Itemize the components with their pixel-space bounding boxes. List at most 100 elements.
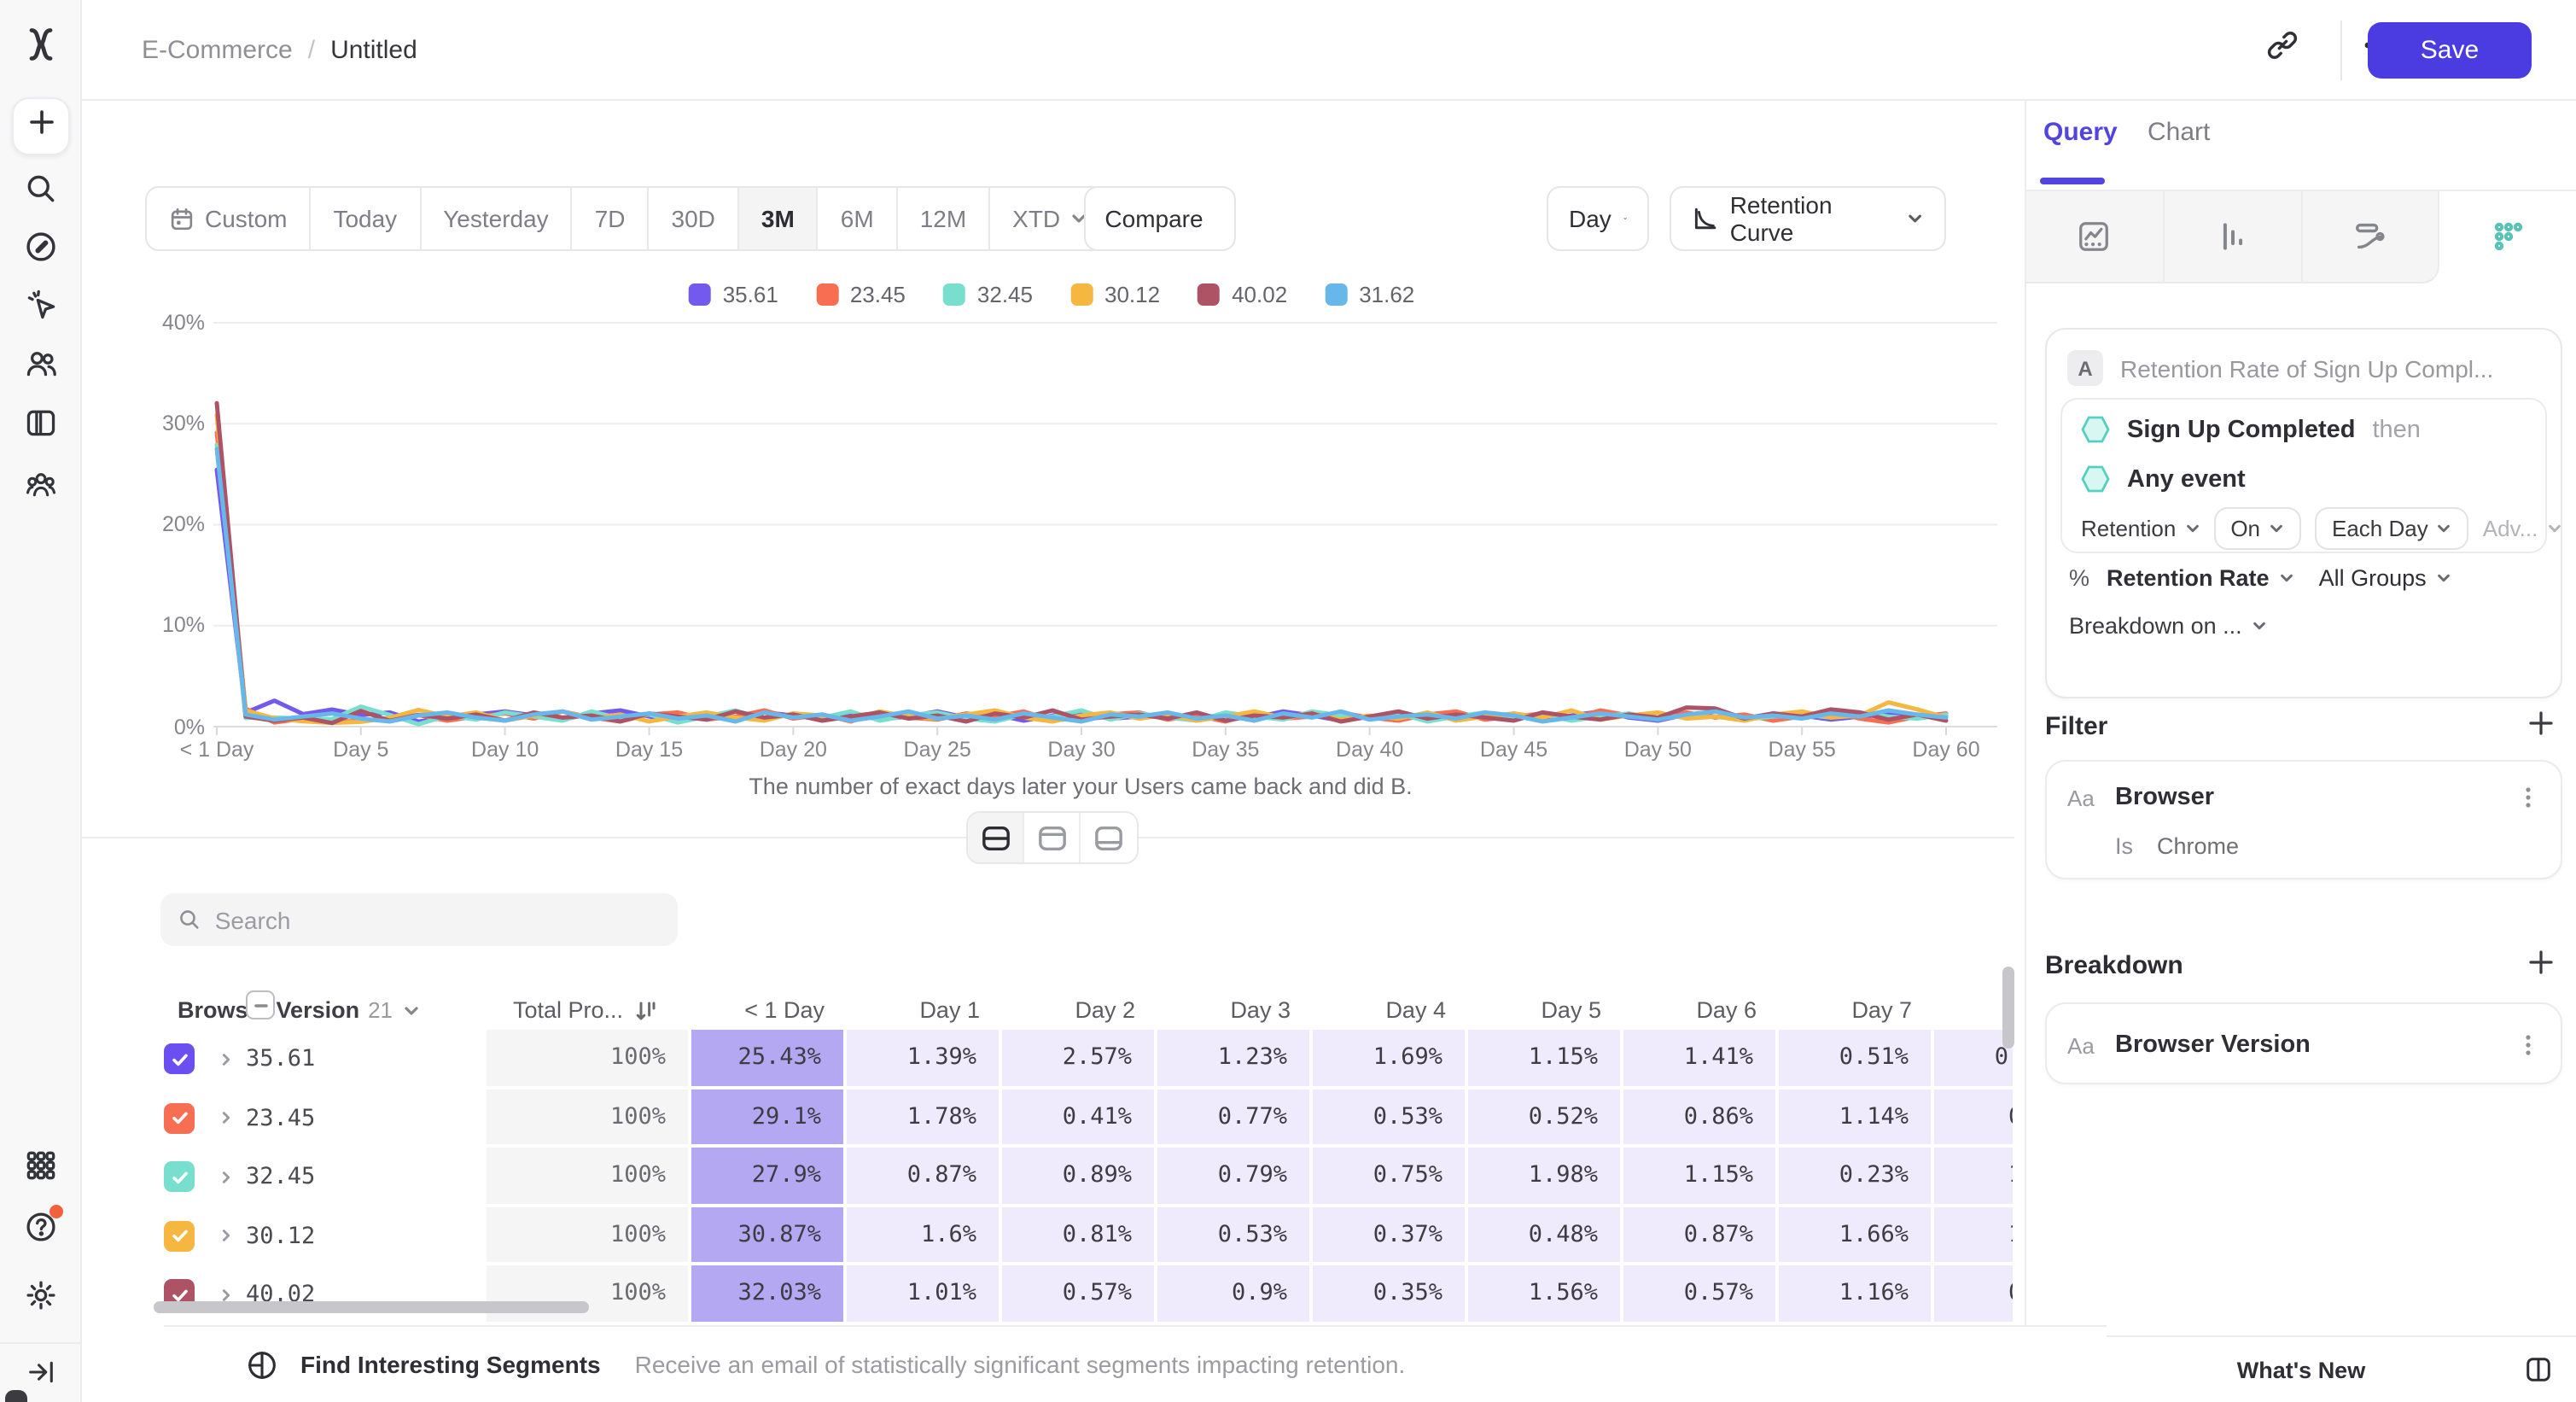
range-yesterday[interactable]: Yesterday [421, 188, 573, 249]
cohorts-icon[interactable] [23, 467, 57, 510]
legend-item[interactable]: 35.61 [689, 282, 778, 307]
tab-chart[interactable]: Chart [2148, 118, 2210, 147]
day-column-header[interactable]: Day 2 [1002, 997, 1157, 1023]
event-a-row[interactable]: Sign Up Completed then [2081, 415, 2421, 444]
retention-cell[interactable]: 1.01% [847, 1265, 1002, 1324]
retention-cell[interactable]: 0.81% [1002, 1206, 1157, 1265]
retention-cell[interactable]: 1.23% [1157, 1030, 1313, 1089]
range-today[interactable]: Today [311, 188, 421, 249]
breadcrumb-project[interactable]: E-Commerce [142, 36, 293, 65]
legend-item[interactable]: 30.12 [1070, 282, 1160, 307]
retention-cell[interactable]: 0.9% [1157, 1265, 1313, 1324]
retention-cell[interactable]: 0.51% [1779, 1030, 1934, 1089]
day-column-header[interactable]: Day 1 [847, 997, 1002, 1023]
select-all-checkbox[interactable] [246, 990, 275, 1019]
filter-value[interactable]: Chrome [2157, 833, 2239, 859]
filter-menu-icon[interactable] [2516, 786, 2540, 809]
retention-cell[interactable]: 2.57% [1002, 1030, 1157, 1089]
filter-property[interactable]: Browser [2115, 784, 2214, 811]
each-day-dropdown[interactable]: Each Day [2315, 507, 2469, 550]
help-icon[interactable] [23, 1210, 57, 1253]
retention-cell[interactable]: 1.2% [1934, 1206, 2013, 1265]
measure-dropdown[interactable]: Retention Rate [2107, 565, 2270, 591]
retention-cell[interactable]: 0.97% [1934, 1030, 2013, 1089]
breadcrumb-report-title[interactable]: Untitled [330, 36, 417, 65]
apps-grid-icon[interactable] [24, 1149, 56, 1190]
day-column-header[interactable]: Day 5 [1468, 997, 1623, 1023]
legend-item[interactable]: 23.45 [816, 282, 906, 307]
settings-gear-icon[interactable] [23, 1278, 57, 1321]
retention-cell[interactable]: 30.87% [691, 1206, 847, 1265]
mixpanel-logo-icon[interactable] [22, 26, 60, 72]
retention-cell[interactable]: 0.77% [1157, 1089, 1313, 1148]
on-dropdown[interactable]: On [2213, 507, 2301, 550]
retention-cell[interactable]: 0.37% [1313, 1206, 1468, 1265]
day-column-header[interactable]: Day 4 [1313, 997, 1468, 1023]
report-type-insights[interactable] [2026, 191, 2165, 283]
retention-cell[interactable]: 1.41% [1623, 1030, 1779, 1089]
range-12m[interactable]: 12M [898, 188, 990, 249]
report-type-funnels[interactable] [2165, 191, 2303, 283]
expand-row-icon[interactable] [219, 1288, 234, 1303]
boards-icon[interactable] [23, 406, 57, 448]
expand-row-icon[interactable] [219, 1229, 234, 1244]
row-checkbox[interactable] [164, 1162, 195, 1193]
retention-cell[interactable]: 29.1% [691, 1089, 847, 1148]
events-cursor-icon[interactable] [23, 288, 57, 330]
layout-chart-only-button[interactable] [1024, 813, 1081, 862]
retention-cell[interactable]: 0.35% [1313, 1265, 1468, 1324]
retention-cell[interactable]: 0.53% [1157, 1206, 1313, 1265]
retention-cell[interactable]: 0.87% [847, 1148, 1002, 1206]
retention-cell[interactable]: 0.89% [1002, 1148, 1157, 1206]
retention-cell[interactable]: 1.78% [847, 1089, 1002, 1148]
whats-new-link[interactable]: What's New [2237, 1357, 2365, 1382]
advanced-dropdown[interactable]: Adv... [2483, 516, 2562, 541]
report-type-retention[interactable] [2440, 191, 2576, 283]
legend-item[interactable]: 31.62 [1325, 282, 1414, 307]
query-title-input[interactable]: Retention Rate of Sign Up Compl... [2120, 354, 2493, 382]
retention-cell[interactable]: 1.39% [847, 1030, 1002, 1089]
search-input[interactable] [215, 906, 661, 933]
retention-cell[interactable]: 1.1% [1934, 1148, 2013, 1206]
retention-cell[interactable]: 1.16% [1779, 1265, 1934, 1324]
range-30d[interactable]: 30D [650, 188, 739, 249]
range-7d[interactable]: 7D [573, 188, 650, 249]
retention-cell[interactable]: 25.43% [691, 1030, 847, 1089]
retention-cell[interactable]: 32.03% [691, 1265, 847, 1324]
retention-cell[interactable]: 0.23% [1779, 1148, 1934, 1206]
day-column-header[interactable]: Day 6 [1623, 997, 1779, 1023]
groups-dropdown[interactable]: All Groups [2319, 565, 2427, 591]
retention-cell[interactable]: 0.41% [1002, 1089, 1157, 1148]
retention-cell[interactable]: 0.48% [1468, 1206, 1623, 1265]
layout-table-only-button[interactable] [1081, 813, 1137, 862]
retention-type-dropdown[interactable]: Retention [2081, 516, 2200, 541]
breakdown-menu-icon[interactable] [2516, 1033, 2540, 1057]
retention-cell[interactable]: 0.8% [1934, 1265, 2013, 1324]
retention-cell[interactable]: 27.9% [691, 1148, 847, 1206]
save-button[interactable]: Save [2368, 22, 2532, 79]
day-column-header[interactable]: Day 8 [1934, 997, 2013, 1023]
expand-row-icon[interactable] [219, 1170, 234, 1185]
retention-line-chart[interactable] [213, 318, 2014, 741]
legend-item[interactable]: 40.02 [1198, 282, 1287, 307]
day-column-header[interactable]: < 1 Day [691, 997, 847, 1023]
retention-cell[interactable]: 0.6% [1934, 1089, 2013, 1148]
collapse-sidebar-icon[interactable] [25, 1357, 55, 1396]
row-checkbox[interactable] [164, 1221, 195, 1252]
expand-row-icon[interactable] [219, 1111, 234, 1126]
granularity-button[interactable]: Day [1547, 186, 1649, 251]
compass-icon[interactable] [23, 230, 57, 272]
row-checkbox[interactable] [164, 1103, 195, 1134]
filter-operator[interactable]: Is [2115, 833, 2133, 859]
retention-cell[interactable]: 1.6% [847, 1206, 1002, 1265]
retention-cell[interactable]: 0.57% [1002, 1265, 1157, 1324]
retention-cell[interactable]: 1.15% [1468, 1030, 1623, 1089]
copy-link-icon[interactable] [2265, 28, 2299, 71]
create-button[interactable] [12, 97, 70, 155]
retention-cell[interactable]: 0.52% [1468, 1089, 1623, 1148]
retention-cell[interactable]: 0.53% [1313, 1089, 1468, 1148]
day-column-header[interactable]: Day 3 [1157, 997, 1313, 1023]
retention-cell[interactable]: 0.79% [1157, 1148, 1313, 1206]
retention-cell[interactable]: 0.87% [1623, 1206, 1779, 1265]
retention-cell[interactable]: 1.15% [1623, 1148, 1779, 1206]
